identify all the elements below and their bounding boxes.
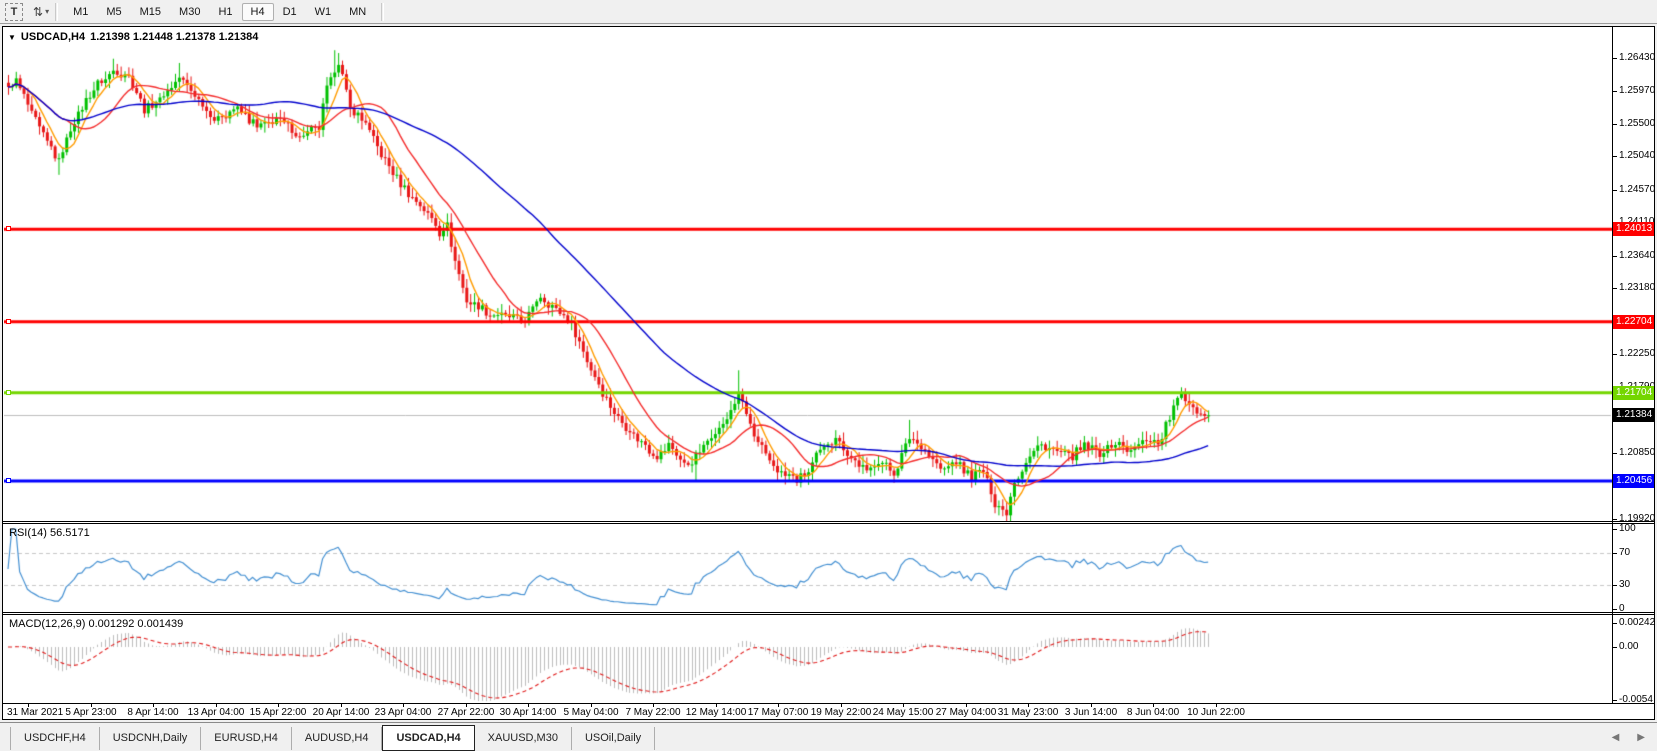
- rsi-tick-mark: [1612, 529, 1617, 530]
- chart-tab-usdcad-h4[interactable]: USDCAD,H4: [382, 725, 474, 751]
- timeframe-button-h4[interactable]: H4: [242, 3, 274, 21]
- price-tick-label: 1.25040: [1619, 150, 1655, 161]
- rsi-tick-mark: [1612, 585, 1617, 586]
- rsi-panel-label: RSI(14) 56.5171: [9, 527, 90, 539]
- timeframe-button-m5[interactable]: M5: [97, 3, 130, 21]
- rsi-indicator-canvas[interactable]: [4, 524, 1612, 612]
- macd-tick-label: -0.0054: [1619, 694, 1653, 705]
- price-tick-mark: [1612, 156, 1617, 157]
- price-axis-line: [1612, 27, 1613, 703]
- price-tick-mark: [1612, 288, 1617, 289]
- chart-menu-icon[interactable]: ▼: [8, 33, 16, 42]
- rsi-tick-mark: [1612, 553, 1617, 554]
- timeframe-button-d1[interactable]: D1: [274, 3, 306, 21]
- time-axis-line: [3, 703, 1654, 704]
- line-anchor-handle[interactable]: [6, 226, 11, 231]
- line-anchor-handle[interactable]: [6, 319, 11, 324]
- chart-tab-usdchf-h4[interactable]: USDCHF,H4: [10, 727, 100, 750]
- timeframe-button-group: M1M5M15M30H1H4D1W1MN: [64, 3, 375, 21]
- rsi-tick-label: 70: [1619, 547, 1630, 558]
- chart-tab-bar: USDCHF,H4USDCNH,DailyEURUSD,H4AUDUSD,H4U…: [0, 722, 1657, 751]
- line-anchor-handle[interactable]: [6, 478, 11, 483]
- price-tick-label: 1.22250: [1619, 348, 1655, 359]
- price-tick-label: 1.25970: [1619, 85, 1655, 96]
- price-line-label: 1.21704: [1613, 386, 1655, 400]
- chart-symbol-label: USDCAD,H4: [21, 31, 85, 43]
- chart-title: ▼ USDCAD,H4 1.21398 1.21448 1.21378 1.21…: [8, 31, 258, 43]
- rsi-tick-mark: [1612, 609, 1617, 610]
- rsi-tick-label: 100: [1619, 523, 1636, 534]
- rsi-tick-label: 0: [1619, 603, 1625, 614]
- time-tick-label: 10 Jun 22:00: [1174, 707, 1258, 718]
- macd-tick-mark: [1612, 623, 1617, 624]
- price-line-label: 1.20456: [1613, 474, 1655, 488]
- price-chart-canvas[interactable]: [4, 27, 1612, 521]
- timeframe-button-m15[interactable]: M15: [131, 3, 170, 21]
- toolbar-separator: [55, 3, 58, 21]
- top-toolbar: T ⇅ ▾ M1M5M15M30H1H4D1W1MN: [0, 0, 1657, 24]
- arrange-symbols-button[interactable]: ⇅ ▾: [33, 3, 49, 21]
- macd-tick-label: 0.00: [1619, 641, 1638, 652]
- line-anchor-handle[interactable]: [6, 390, 11, 395]
- sort-arrows-icon: ⇅: [33, 3, 43, 21]
- tab-scroll-left-icon[interactable]: ◀: [1612, 732, 1620, 744]
- tab-scroll-right-icon[interactable]: ▶: [1637, 732, 1645, 744]
- price-tick-mark: [1612, 190, 1617, 191]
- price-line-label: 1.24013: [1613, 222, 1655, 236]
- chart-tab-eurusd-h4[interactable]: EURUSD,H4: [201, 727, 292, 750]
- timeframe-button-m30[interactable]: M30: [170, 3, 209, 21]
- price-tick-mark: [1612, 519, 1617, 520]
- timeframe-button-m1[interactable]: M1: [64, 3, 97, 21]
- timeframe-button-w1[interactable]: W1: [306, 3, 341, 21]
- price-tick-mark: [1612, 256, 1617, 257]
- macd-tick-label: 0.002429: [1619, 617, 1655, 628]
- macd-panel-label: MACD(12,26,9) 0.001292 0.001439: [9, 618, 183, 630]
- price-tick-mark: [1612, 58, 1617, 59]
- chart-tab-xauusd-m30[interactable]: XAUUSD,M30: [475, 727, 572, 750]
- price-tick-mark: [1612, 453, 1617, 454]
- chart-window[interactable]: ▼ USDCAD,H4 1.21398 1.21448 1.21378 1.21…: [2, 26, 1655, 720]
- price-tick-label: 1.23640: [1619, 250, 1655, 261]
- macd-tick-mark: [1612, 647, 1617, 648]
- price-tick-mark: [1612, 354, 1617, 355]
- price-tick-mark: [1612, 124, 1617, 125]
- text-tool-button[interactable]: T: [5, 3, 23, 21]
- current-price-label: 1.21384: [1613, 408, 1655, 422]
- price-tick-label: 1.23180: [1619, 282, 1655, 293]
- price-tick-label: 1.25500: [1619, 118, 1655, 129]
- dropdown-caret-icon: ▾: [45, 7, 49, 16]
- chart-tab-usoil-daily[interactable]: USOil,Daily: [572, 727, 655, 750]
- chart-ohlc-values: 1.21398 1.21448 1.21378 1.21384: [90, 31, 258, 43]
- tab-scroll-controls: ◀ ▶: [1612, 732, 1645, 744]
- price-tick-label: 1.26430: [1619, 52, 1655, 63]
- chart-tab-usdcnh-daily[interactable]: USDCNH,Daily: [100, 727, 202, 750]
- rsi-tick-label: 30: [1619, 579, 1630, 590]
- macd-tick-mark: [1612, 700, 1617, 701]
- price-tick-label: 1.20850: [1619, 447, 1655, 458]
- timeframe-button-h1[interactable]: H1: [209, 3, 241, 21]
- toolbar-separator: [381, 3, 384, 21]
- price-tick-label: 1.24570: [1619, 184, 1655, 195]
- timeframe-button-mn[interactable]: MN: [340, 3, 375, 21]
- price-line-label: 1.22704: [1613, 315, 1655, 329]
- price-tick-mark: [1612, 91, 1617, 92]
- chart-tab-audusd-h4[interactable]: AUDUSD,H4: [292, 727, 383, 750]
- macd-indicator-canvas[interactable]: [4, 615, 1612, 703]
